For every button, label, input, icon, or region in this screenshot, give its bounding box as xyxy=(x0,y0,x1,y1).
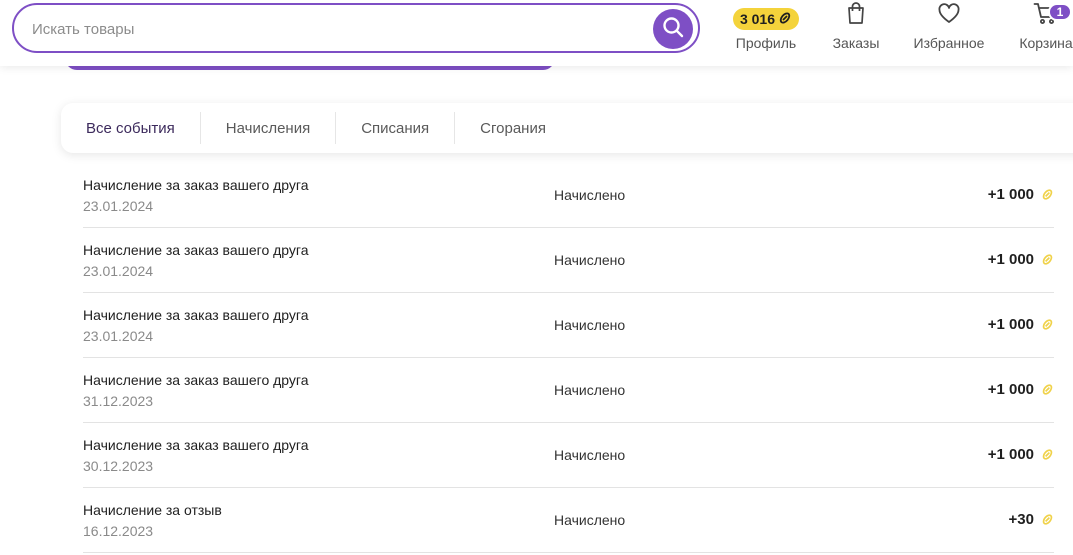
header: 3 016 Профиль xyxy=(0,0,1073,66)
transaction-amount: +1 000 xyxy=(987,381,1034,398)
cart-link[interactable]: 1 Корзина xyxy=(1016,2,1073,62)
transaction-status: Начислено xyxy=(554,252,626,268)
cart-count-badge: 1 xyxy=(1048,3,1072,21)
transaction-status: Начислено xyxy=(554,512,626,528)
transaction-status: Начислено xyxy=(554,447,626,463)
favorites-link[interactable]: Избранное xyxy=(908,2,990,62)
transaction-date: 23.01.2024 xyxy=(83,328,154,344)
orders-label: Заказы xyxy=(832,35,880,51)
coin-icon xyxy=(1040,382,1054,396)
transaction-amount: +30 xyxy=(1008,511,1034,528)
tab-write-offs[interactable]: Списания xyxy=(335,112,454,144)
profile-link[interactable]: 3 016 Профиль xyxy=(728,2,804,62)
transaction-amount: +1 000 xyxy=(987,251,1034,268)
transaction-date: 23.01.2024 xyxy=(83,263,154,279)
orders-link[interactable]: Заказы xyxy=(828,2,884,62)
transaction-title: Начисление за заказ вашего друга xyxy=(83,242,309,258)
tab-expirations[interactable]: Сгорания xyxy=(454,112,571,144)
transaction-title: Начисление за отзыв xyxy=(83,502,222,518)
transaction-title: Начисление за заказ вашего друга xyxy=(83,177,309,193)
transaction-status: Начислено xyxy=(554,317,626,333)
coin-icon xyxy=(1040,317,1054,331)
transaction-title: Начисление за заказ вашего друга xyxy=(83,437,309,453)
transaction-title: Начисление за заказ вашего друга xyxy=(83,372,309,388)
cart-label: Корзина xyxy=(1019,35,1073,51)
event-tabs: Все события Начисления Списания Сгорания xyxy=(61,103,1073,153)
transaction-row: Начисление за заказ вашего друга 23.01.2… xyxy=(83,228,1054,293)
profile-label: Профиль xyxy=(735,35,797,51)
search-bar xyxy=(12,3,700,53)
transaction-row: Начисление за заказ вашего друга 30.12.2… xyxy=(83,423,1054,488)
coin-icon xyxy=(1040,252,1054,266)
transaction-amount: +1 000 xyxy=(987,186,1034,203)
coin-icon xyxy=(1040,512,1054,526)
tab-all-events[interactable]: Все события xyxy=(61,112,200,144)
transaction-row: Начисление за отзыв 16.12.2023 Начислено… xyxy=(83,488,1054,553)
transaction-date: 31.12.2023 xyxy=(83,393,154,409)
bonus-balance-badge: 3 016 xyxy=(732,8,800,30)
transaction-status: Начислено xyxy=(554,187,626,203)
transaction-amount: +1 000 xyxy=(987,446,1034,463)
favorites-label: Избранное xyxy=(913,35,985,51)
coin-icon xyxy=(1040,447,1054,461)
heart-icon xyxy=(937,3,961,30)
coin-icon xyxy=(778,11,792,28)
search-input[interactable] xyxy=(32,17,632,41)
bag-icon xyxy=(845,1,867,30)
tab-accruals[interactable]: Начисления xyxy=(199,112,335,144)
transaction-row: Начисление за заказ вашего друга 23.01.2… xyxy=(83,293,1054,358)
transaction-date: 16.12.2023 xyxy=(83,523,154,539)
transaction-row: Начисление за заказ вашего друга 23.01.2… xyxy=(83,163,1054,228)
transaction-amount: +1 000 xyxy=(987,316,1034,333)
transaction-date: 23.01.2024 xyxy=(83,198,154,214)
transaction-title: Начисление за заказ вашего друга xyxy=(83,307,309,323)
page: 3 016 Профиль xyxy=(0,0,1073,555)
bonus-balance: 3 016 xyxy=(739,11,776,27)
transaction-date: 30.12.2023 xyxy=(83,458,154,474)
coin-icon xyxy=(1040,187,1054,201)
transaction-row: Начисление за заказ вашего друга 31.12.2… xyxy=(83,358,1054,423)
search-icon xyxy=(661,15,685,44)
search-button[interactable] xyxy=(653,9,693,49)
transactions-list: Начисление за заказ вашего друга 23.01.2… xyxy=(83,163,1054,553)
transaction-status: Начислено xyxy=(554,382,626,398)
